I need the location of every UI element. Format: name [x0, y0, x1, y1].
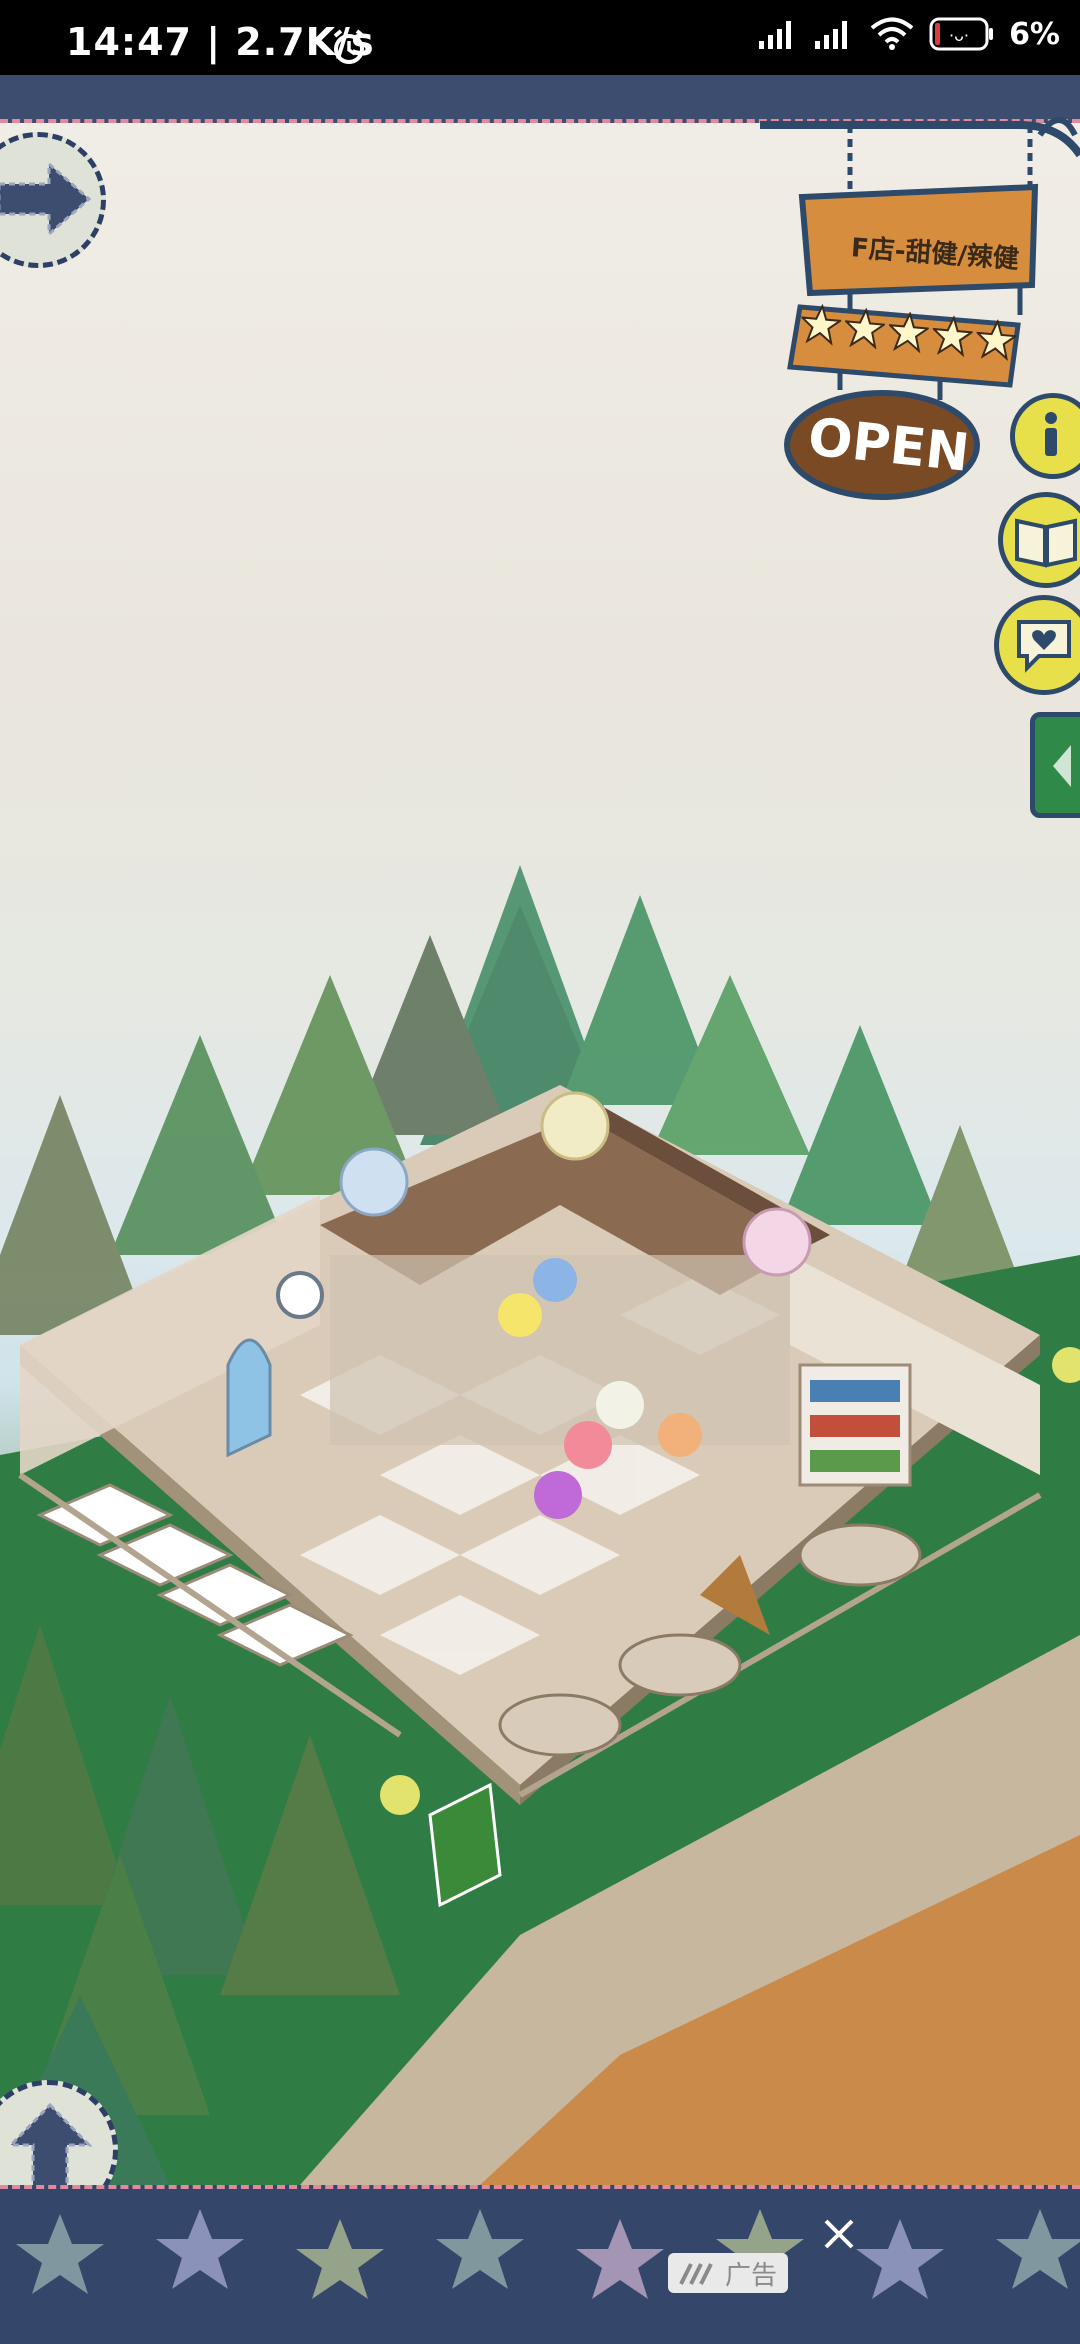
side-panel-toggle[interactable] — [1030, 712, 1080, 818]
star-icon — [887, 311, 931, 354]
battery-icon: ·ᴗ· — [929, 17, 994, 51]
close-icon — [824, 2219, 854, 2249]
svg-text:·ᴗ·: ·ᴗ· — [949, 26, 969, 45]
alarm-icon — [333, 29, 365, 64]
recipe-book-icon — [1015, 518, 1077, 568]
arrow-right-icon — [0, 160, 92, 238]
status-bar: 14:47 | 2.7K/s ·ᴗ· 6% — [0, 0, 1080, 75]
ad-label: 广告 — [668, 2253, 788, 2293]
status-time-speed: 14:47 | 2.7K/s — [66, 20, 375, 64]
arrow-up-icon — [7, 2102, 93, 2189]
arrow-left-icon — [1053, 745, 1071, 787]
status-icons: ·ᴗ· 6% — [757, 16, 1060, 52]
ad-banner[interactable]: 广告 — [0, 2185, 1080, 2344]
signal-icon — [759, 21, 792, 49]
ad-label-text: 广告 — [724, 2260, 777, 2291]
star-icon — [974, 318, 1018, 362]
star-icon — [843, 307, 887, 350]
ad-logo-icon — [679, 2263, 713, 2285]
star-pattern — [16, 2209, 1080, 2299]
star-icon — [799, 303, 843, 346]
signal-icon — [815, 21, 848, 49]
battery-percent: 6% — [1009, 16, 1060, 52]
heart-icon — [1017, 620, 1071, 673]
ad-close-button[interactable] — [818, 2213, 860, 2255]
wifi-icon — [870, 17, 914, 50]
star-icon — [931, 314, 974, 358]
info-icon — [1045, 412, 1057, 456]
